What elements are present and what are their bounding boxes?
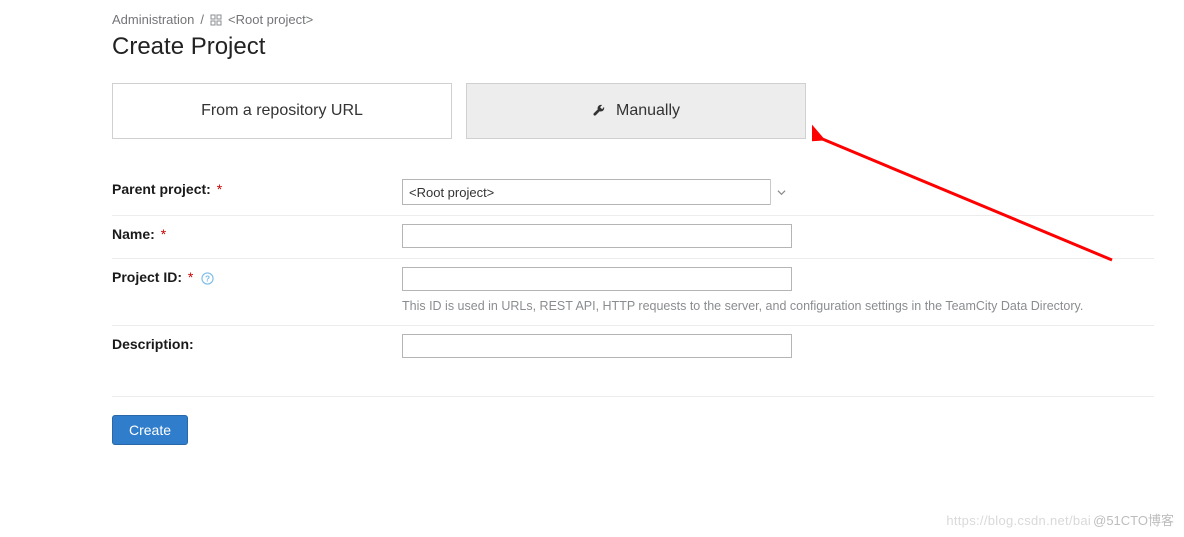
row-project-id: Project ID: * ? This ID is used in URLs,… [112,258,1154,325]
parent-project-select-input[interactable] [402,179,792,205]
parent-project-select[interactable] [402,179,792,205]
required-marker: * [217,181,222,197]
actions-row: Create [112,396,1154,445]
tab-from-repository-url[interactable]: From a repository URL [112,83,452,139]
project-id-help-text: This ID is used in URLs, REST API, HTTP … [402,297,1142,315]
label-name: Name: * [112,224,402,242]
help-icon[interactable]: ? [201,272,214,285]
wrench-icon [592,104,606,118]
breadcrumb: Administration / <Root project> [112,12,1154,27]
watermark-part2: @51CTO博客 [1093,510,1174,529]
tab-manually[interactable]: Manually [466,83,806,139]
parent-label-text: Parent project: [112,181,211,197]
label-project-id: Project ID: * ? [112,267,402,285]
row-parent-project: Parent project: * [112,179,1154,215]
svg-text:?: ? [205,273,210,283]
name-label-text: Name: [112,226,155,242]
tab-repo-label: From a repository URL [201,102,363,120]
page-title: Create Project [112,33,1154,61]
watermark-part1: https://blog.csdn.net/bai [946,513,1091,528]
required-marker: * [188,269,193,285]
project-id-label-text: Project ID: [112,269,182,285]
description-input[interactable] [402,334,792,358]
name-input[interactable] [402,224,792,248]
create-project-form: Parent project: * Name: * [112,179,1154,445]
watermark: https://blog.csdn.net/bai @51CTO博客 [946,510,1174,529]
description-label-text: Description: [112,336,194,352]
row-description: Description: [112,325,1154,368]
breadcrumb-root-link[interactable]: <Root project> [228,12,313,27]
tab-manual-label: Manually [616,102,680,120]
projects-grid-icon [210,14,222,26]
label-description: Description: [112,334,402,352]
row-name: Name: * [112,215,1154,258]
breadcrumb-separator: / [200,12,204,27]
create-mode-tabs: From a repository URL Manually [112,83,1154,139]
breadcrumb-admin-link[interactable]: Administration [112,12,194,27]
required-marker: * [161,226,166,242]
project-id-input[interactable] [402,267,792,291]
create-button[interactable]: Create [112,415,188,445]
label-parent-project: Parent project: * [112,179,402,197]
